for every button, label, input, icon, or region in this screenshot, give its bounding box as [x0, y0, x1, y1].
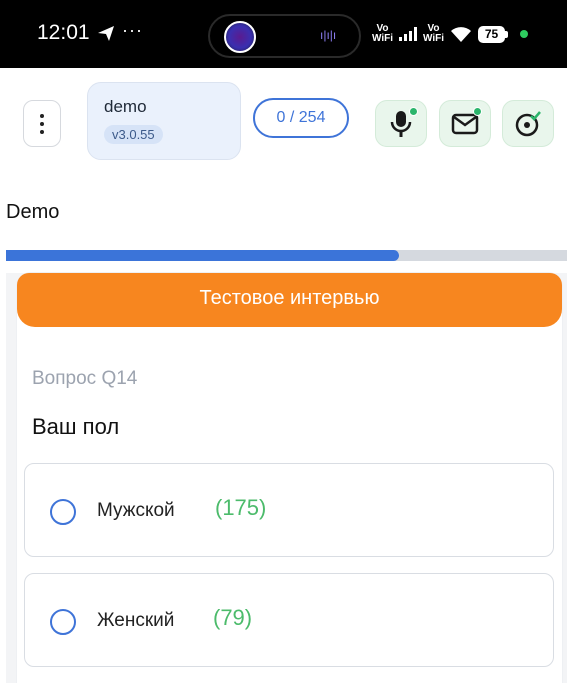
location-check-icon — [515, 110, 541, 136]
messages-button[interactable] — [439, 100, 491, 147]
radio-button[interactable] — [50, 609, 76, 635]
answer-label: Женский — [97, 610, 175, 631]
more-menu-button[interactable] — [23, 100, 61, 147]
battery-icon: 75 — [478, 25, 509, 43]
recording-indicator-icon — [224, 21, 256, 53]
menu-dot — [40, 129, 44, 134]
menu-dot — [40, 121, 44, 126]
menu-dot — [40, 113, 44, 118]
send-icon — [98, 26, 114, 41]
question-number: Вопрос Q14 — [32, 368, 138, 389]
vowifi-label-2: Vo WiFi — [423, 23, 445, 44]
battery-level: 75 — [478, 25, 506, 43]
status-indicators: Vo WiFi Vo WiFi 75 — [372, 16, 529, 52]
answer-option-female[interactable]: Женский (79) — [24, 573, 554, 667]
answer-count: (175) — [215, 495, 267, 520]
answer-option-male[interactable]: Мужской (175) — [24, 463, 554, 557]
status-more-dots: ··· — [122, 20, 143, 40]
location-button[interactable] — [502, 100, 554, 147]
status-time: 12:01 — [37, 21, 90, 44]
answer-label: Мужской — [97, 500, 175, 521]
survey-progress-fill — [6, 250, 399, 261]
radio-button[interactable] — [50, 499, 76, 525]
question-card: Тестовое интервью Вопрос Q14 Ваш пол Муж… — [17, 273, 562, 683]
app-toolbar: demo v3.0.55 0 / 254 — [0, 68, 567, 178]
microphone-button[interactable] — [375, 100, 427, 147]
answer-count: (79) — [213, 605, 253, 630]
signal-icon — [399, 27, 418, 41]
project-card[interactable]: demo v3.0.55 — [87, 82, 241, 160]
vowifi-label-1: Vo WiFi — [372, 23, 394, 44]
mic-status-dot — [409, 107, 418, 116]
survey-header: Тестовое интервью — [17, 273, 562, 327]
survey-progress-bar — [6, 250, 567, 261]
interview-counter[interactable]: 0 / 254 — [253, 98, 349, 138]
project-name: demo — [104, 97, 147, 116]
mail-status-dot — [473, 107, 482, 116]
audio-wave-icon: ı|ı|ı — [320, 28, 337, 42]
wifi-icon — [451, 27, 472, 42]
privacy-indicator-dot — [520, 30, 529, 38]
page-title: Demo — [6, 201, 60, 223]
status-bar: 12:01 ··· ı|ı|ı Vo WiFi Vo WiFi 75 — [0, 0, 567, 68]
dynamic-island: ı|ı|ı — [208, 14, 361, 58]
question-text: Ваш пол — [32, 414, 120, 439]
project-version-badge: v3.0.55 — [104, 125, 163, 144]
